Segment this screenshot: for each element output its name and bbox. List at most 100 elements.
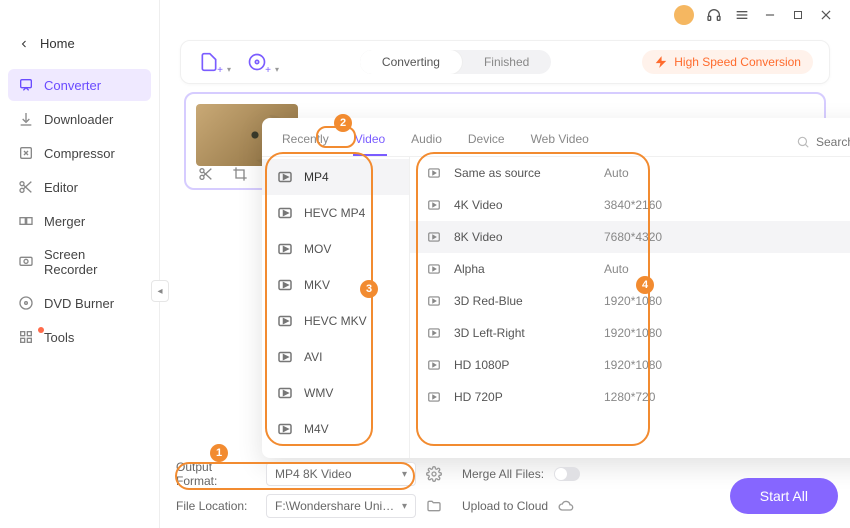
sidebar-item-screen-recorder[interactable]: Screen Recorder <box>8 239 151 285</box>
chevron-down-icon: ▾ <box>402 501 407 512</box>
play-icon <box>426 325 442 341</box>
format-label: M4V <box>304 422 329 436</box>
resolution-label: 3D Left-Right <box>454 326 604 340</box>
resolution-dim: 1920*1080 <box>604 358 754 372</box>
settings-icon[interactable] <box>426 466 442 482</box>
file-location-label: File Location: <box>176 499 256 513</box>
resolution-same-as-source[interactable]: Same as sourceAuto <box>410 157 850 189</box>
annotation-badge-2: 2 <box>334 114 352 132</box>
tab-recently[interactable]: Recently <box>280 128 331 156</box>
output-format-select[interactable]: MP4 8K Video ▾ <box>266 462 416 486</box>
resolution-list: Same as sourceAuto4K Video3840*21608K Vi… <box>410 157 850 458</box>
sidebar-item-tools[interactable]: Tools <box>8 321 151 353</box>
sidebar-item-editor[interactable]: Editor <box>8 171 151 203</box>
resolution-label: Alpha <box>454 262 604 276</box>
format-label: WMV <box>304 386 333 400</box>
sidebar-item-label: Tools <box>44 330 74 345</box>
resolution-dim: Auto <box>604 166 754 180</box>
resolution-dim: 1920*1080 <box>604 326 754 340</box>
add-files-button[interactable]: + ▾ <box>197 50 221 74</box>
format-list: MP4 HEVC MP4 MOV MKVHEVC MKV AVI WMV M4V <box>262 157 410 458</box>
play-icon <box>426 197 442 213</box>
format-label: MP4 <box>304 170 329 184</box>
format-search[interactable] <box>796 135 850 149</box>
format-popover: Recently Video Audio Device Web Video MP4 HEV… <box>262 118 850 458</box>
resolution-label: HD 1080P <box>454 358 604 372</box>
downloader-icon <box>18 111 34 127</box>
converter-icon <box>18 77 34 93</box>
play-icon <box>426 389 442 405</box>
resolution-label: 3D Red-Blue <box>454 294 604 308</box>
format-mov[interactable]: MOV <box>262 231 409 267</box>
editor-icon <box>18 179 34 195</box>
resolution-8k-video[interactable]: 8K Video7680*4320 <box>410 221 850 253</box>
sidebar-item-label: Downloader <box>44 112 113 127</box>
resolution-label: Same as source <box>454 166 604 180</box>
resolution-dim: Auto <box>604 262 754 276</box>
format-hevc-mp4[interactable]: HEVC MP4 <box>262 195 409 231</box>
resolution-alpha[interactable]: AlphaAuto <box>410 253 850 285</box>
resolution-dim: 7680*4320 <box>604 230 754 244</box>
format-label: MOV <box>304 242 331 256</box>
tools-icon <box>18 329 34 345</box>
sidebar-item-label: Screen Recorder <box>44 247 141 277</box>
high-speed-conversion[interactable]: High Speed Conversion <box>642 50 813 74</box>
resolution-label: 4K Video <box>454 198 604 212</box>
video-format-icon <box>276 276 294 294</box>
sidebar-home[interactable]: Home <box>8 30 151 57</box>
chevron-down-icon: ▾ <box>402 469 407 480</box>
file-location-select[interactable]: F:\Wondershare UniConverter 1 ▾ <box>266 494 416 518</box>
resolution-4k-video[interactable]: 4K Video3840*2160 <box>410 189 850 221</box>
format-hevc-mkv[interactable]: HEVC MKV <box>262 303 409 339</box>
add-dvd-button[interactable]: + ▾ <box>245 50 269 74</box>
merge-all-toggle[interactable] <box>554 467 580 481</box>
resolution-dim: 1920*1080 <box>604 294 754 308</box>
sidebar-item-label: DVD Burner <box>44 296 114 311</box>
tab-finished[interactable]: Finished <box>462 50 551 74</box>
video-format-icon <box>276 420 294 438</box>
open-folder-icon[interactable] <box>426 498 442 514</box>
tab-converting[interactable]: Converting <box>360 50 462 74</box>
notification-dot <box>38 327 44 333</box>
tab-video[interactable]: Video <box>353 128 387 156</box>
sidebar-item-dvd-burner[interactable]: DVD Burner <box>8 287 151 319</box>
format-avi[interactable]: AVI <box>262 339 409 375</box>
tab-device[interactable]: Device <box>466 128 507 156</box>
play-icon <box>426 293 442 309</box>
dvd-burner-icon <box>18 295 34 311</box>
format-mp4[interactable]: MP4 <box>262 159 409 195</box>
format-wmv[interactable]: WMV <box>262 375 409 411</box>
sidebar-item-merger[interactable]: Merger <box>8 205 151 237</box>
sidebar-item-converter[interactable]: Converter <box>8 69 151 101</box>
cloud-icon[interactable] <box>558 498 574 514</box>
tab-audio[interactable]: Audio <box>409 128 444 156</box>
format-m4v[interactable]: M4V <box>262 411 409 447</box>
trim-icon[interactable] <box>198 166 214 182</box>
annotation-badge-3: 3 <box>360 280 378 298</box>
video-format-icon <box>276 312 294 330</box>
resolution-dim: 1280*720 <box>604 390 754 404</box>
search-input[interactable] <box>816 135 850 149</box>
upload-cloud-label: Upload to Cloud <box>462 499 548 513</box>
resolution-3d-left-right[interactable]: 3D Left-Right1920*1080 <box>410 317 850 349</box>
tab-web-video[interactable]: Web Video <box>529 128 591 156</box>
resolution-hd-1080p[interactable]: HD 1080P1920*1080 <box>410 349 850 381</box>
sidebar-item-label: Converter <box>44 78 101 93</box>
compressor-icon <box>18 145 34 161</box>
sidebar-item-compressor[interactable]: Compressor <box>8 137 151 169</box>
format-mkv[interactable]: MKV <box>262 267 409 303</box>
crop-icon[interactable] <box>232 166 248 182</box>
video-format-icon <box>276 240 294 258</box>
sidebar-item-downloader[interactable]: Downloader <box>8 103 151 135</box>
screen-recorder-icon <box>18 254 34 270</box>
resolution-hd-720p[interactable]: HD 720P1280*720 <box>410 381 850 413</box>
start-all-button[interactable]: Start All <box>730 478 838 514</box>
sidebar: Home Converter Downloader CompressorEditor… <box>0 0 160 528</box>
resolution-3d-red-blue[interactable]: 3D Red-Blue1920*1080 <box>410 285 850 317</box>
bottom-bar: Output Format: MP4 8K Video ▾ Merge All … <box>176 460 838 518</box>
sidebar-home-label: Home <box>40 36 75 51</box>
format-label: AVI <box>304 350 322 364</box>
hsc-label: High Speed Conversion <box>674 55 801 69</box>
video-format-icon <box>276 384 294 402</box>
resolution-dim: 3840*2160 <box>604 198 754 212</box>
